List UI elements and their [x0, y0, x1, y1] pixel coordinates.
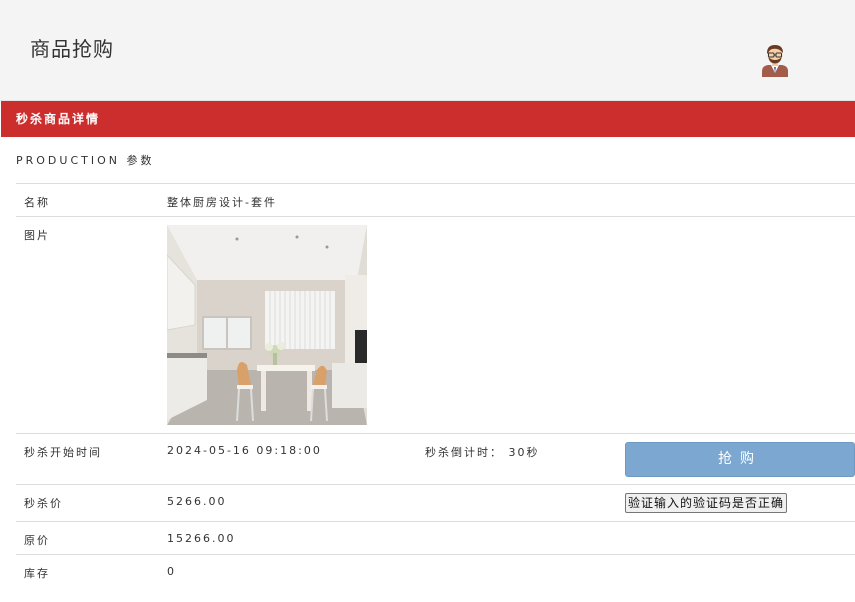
buy-button[interactable]: 抢购 — [625, 442, 855, 477]
page-title: 商品抢购 — [30, 37, 114, 61]
user-avatar-icon[interactable] — [758, 43, 792, 77]
table-row-original-price: 原价 15266.00 — [16, 521, 855, 554]
price-value: 5266.00 — [167, 495, 227, 508]
image-label: 图片 — [24, 229, 50, 242]
table-row-price: 秒杀价 5266.00 验证输入的验证码是否正确 — [16, 484, 855, 521]
product-details-table: 名称 整体厨房设计-套件 图片 秒杀开始时间 2024-05-16 09:18:… — [16, 183, 855, 602]
stock-label: 库存 — [24, 567, 50, 580]
name-value: 整体厨房设计-套件 — [167, 196, 277, 209]
avatar-graphic — [762, 45, 788, 77]
countdown-text: 秒杀倒计时： 30秒 — [425, 446, 540, 459]
name-label: 名称 — [24, 196, 50, 209]
start-time-label: 秒杀开始时间 — [24, 446, 102, 459]
price-label: 秒杀价 — [24, 497, 63, 510]
panel-heading: 秒杀商品详情 — [1, 101, 855, 137]
page-header: 商品抢购 — [0, 0, 855, 101]
original-price-value: 15266.00 — [167, 532, 236, 545]
table-row-image: 图片 — [16, 216, 855, 433]
start-time-value: 2024-05-16 09:18:00 — [167, 444, 322, 457]
stock-value: 0 — [167, 565, 176, 578]
table-row-start-time: 秒杀开始时间 2024-05-16 09:18:00 秒杀倒计时： 30秒 抢购 — [16, 433, 855, 484]
kitchen-photo — [167, 225, 367, 425]
original-price-label: 原价 — [24, 534, 50, 547]
verify-captcha-button[interactable]: 验证输入的验证码是否正确 — [625, 493, 788, 513]
product-image — [167, 225, 367, 425]
table-row-name: 名称 整体厨房设计-套件 — [16, 183, 855, 216]
table-row-stock: 库存 0 — [16, 554, 855, 594]
section-title: PRODUCTION 参数 — [16, 154, 155, 167]
